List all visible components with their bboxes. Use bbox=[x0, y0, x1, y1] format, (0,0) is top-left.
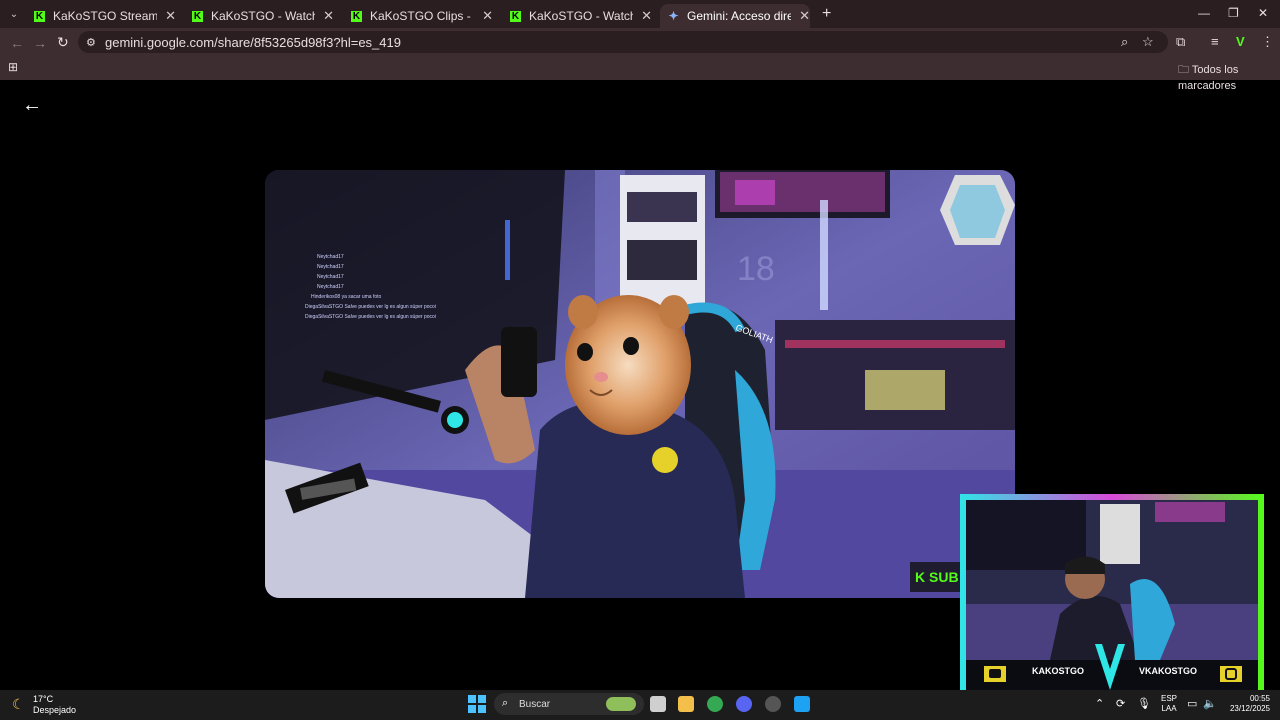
back-arrow-icon[interactable]: ← bbox=[22, 94, 42, 117]
reload-icon[interactable]: ↻ bbox=[57, 34, 69, 51]
microphone-icon[interactable]: 🎙 bbox=[1137, 697, 1151, 710]
system-clock[interactable]: 00:55 23/12/2025 bbox=[1226, 694, 1270, 714]
volume-icon[interactable]: 🔈 bbox=[1203, 697, 1217, 710]
gemini-icon: ✦ bbox=[668, 8, 679, 23]
kick-icon: K bbox=[351, 10, 362, 22]
kick-icon: K bbox=[192, 10, 203, 22]
search-highlight-icon[interactable] bbox=[606, 697, 636, 711]
zoom-icon[interactable]: ⌕ bbox=[1121, 34, 1128, 50]
webcam-frame-image bbox=[960, 494, 1264, 690]
close-icon[interactable]: ✕ bbox=[165, 8, 176, 24]
back-icon[interactable]: ← bbox=[10, 35, 24, 51]
close-icon[interactable]: ✕ bbox=[482, 8, 493, 24]
tray-chevron-up-icon[interactable]: ⌃ bbox=[1095, 697, 1104, 710]
moon-weather-icon[interactable]: ☾ bbox=[12, 696, 25, 713]
tab-search-chevron-icon[interactable]: ⌄ bbox=[5, 5, 23, 23]
chat-line: Hinderikos08 ya sacar uma foto bbox=[311, 294, 382, 300]
wall-number-text: 18 bbox=[737, 250, 775, 288]
bookmark-star-icon[interactable]: ☆ bbox=[1142, 34, 1154, 50]
instagram-icon bbox=[1225, 668, 1237, 680]
network-icon[interactable]: ▭ bbox=[1187, 697, 1197, 710]
youtube-icon bbox=[989, 669, 1001, 678]
tab-kakostgo-vod-2[interactable]: K KaKoSTGO - Watch the VOD on ✕ bbox=[502, 4, 652, 28]
window-close-icon[interactable]: ✕ bbox=[1258, 6, 1268, 20]
folder-icon: 🗀 bbox=[1178, 64, 1189, 76]
chrome-icon[interactable] bbox=[707, 696, 723, 712]
kick-icon: K bbox=[510, 10, 521, 22]
maximize-icon[interactable]: ❐ bbox=[1228, 6, 1239, 20]
file-explorer-icon[interactable] bbox=[678, 696, 694, 712]
search-icon: ⌕ bbox=[502, 697, 509, 709]
webcam-overlay: KAKOSTGO VKAKOSTGO bbox=[960, 494, 1264, 690]
url-text[interactable]: gemini.google.com/share/8f53265d98f3?hl=… bbox=[105, 35, 401, 50]
tab-kakostgo-vod-1[interactable]: K KaKoSTGO - Watch the VOD on ✕ bbox=[184, 4, 334, 28]
minimize-icon[interactable]: — bbox=[1198, 6, 1210, 20]
tray-sync-icon[interactable]: ⟳ bbox=[1116, 697, 1125, 710]
video-frame: GOLIATH 18 K SUB Neytchad17 Neytchad17 N… bbox=[265, 170, 1015, 598]
menu-kebab-icon[interactable]: ⋮ bbox=[1261, 34, 1274, 50]
app-icon[interactable] bbox=[736, 696, 752, 712]
tab-gemini[interactable]: ✦ Gemini: Acceso directo a la IA d ✕ bbox=[660, 4, 810, 28]
chat-line: DiegaSilvaSTGO Salve puedes ver lg es al… bbox=[305, 304, 436, 310]
kick-icon: K bbox=[34, 10, 45, 22]
webcam-brand-right: VKAKOSTGO bbox=[1139, 666, 1198, 676]
chat-line: DiegaSilvaSTGO Salve puedes ver lg es al… bbox=[305, 314, 436, 320]
weather-description[interactable]: Despejado bbox=[33, 705, 76, 715]
extensions-icon[interactable]: ⧉ bbox=[1176, 34, 1185, 50]
chat-line: Neytchad17 bbox=[317, 264, 344, 270]
apps-grid-icon[interactable]: ⊞ bbox=[8, 60, 18, 74]
tab-kakostgo-clips[interactable]: K KaKoSTGO Clips - Watch Live o ✕ bbox=[343, 4, 493, 28]
windows-start-icon[interactable] bbox=[468, 695, 486, 713]
video-chat-overlay: Neytchad17 Neytchad17 Neytchad17 Neytcha… bbox=[305, 252, 436, 322]
tab-kakostgo-stream[interactable]: K KaKoSTGO Stream - Watch Live ✕ bbox=[26, 4, 176, 28]
profile-avatar-icon[interactable]: V bbox=[1236, 34, 1245, 49]
chat-line: Neytchad17 bbox=[317, 274, 344, 280]
obs-icon[interactable] bbox=[765, 696, 781, 712]
site-info-icon[interactable]: ⚙ bbox=[86, 36, 96, 49]
close-icon[interactable]: ✕ bbox=[323, 8, 334, 24]
media-controls-icon[interactable]: ≡ bbox=[1211, 34, 1219, 49]
chat-line: Neytchad17 bbox=[317, 254, 344, 260]
all-bookmarks-button[interactable]: 🗀 Todos los marcadores bbox=[1178, 61, 1280, 92]
new-tab-button[interactable]: + bbox=[822, 5, 831, 23]
language-indicator[interactable]: ESP LAA bbox=[1161, 694, 1177, 714]
sub-logo-text: K SUB bbox=[915, 569, 959, 585]
weather-temperature[interactable]: 17°C bbox=[33, 694, 53, 704]
forward-icon[interactable]: → bbox=[33, 35, 47, 51]
webcam-brand-left: KAKOSTGO bbox=[1032, 666, 1085, 676]
bookmarks-bar bbox=[0, 56, 1280, 80]
app-blue-icon[interactable] bbox=[794, 696, 810, 712]
chat-line: Neytchad17 bbox=[317, 284, 344, 290]
taskbar-search-label: Buscar bbox=[519, 699, 551, 710]
close-icon[interactable]: ✕ bbox=[799, 8, 810, 24]
close-icon[interactable]: ✕ bbox=[641, 8, 652, 24]
stream-scene-image: GOLIATH 18 K SUB bbox=[265, 170, 1015, 598]
task-view-icon[interactable] bbox=[650, 696, 666, 712]
